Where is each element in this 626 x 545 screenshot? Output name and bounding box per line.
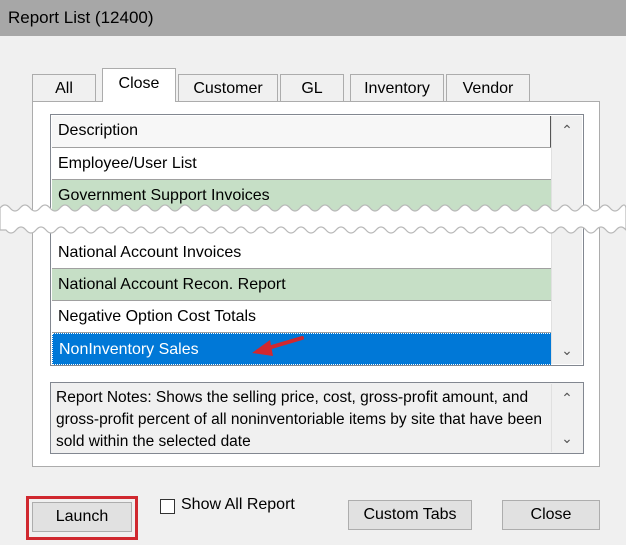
- title-bar: Report List (12400): [0, 0, 626, 36]
- close-button[interactable]: Close: [502, 500, 600, 530]
- tab-label: GL: [301, 80, 323, 97]
- tab-customer[interactable]: Customer: [178, 74, 278, 101]
- notes-scrollbar[interactable]: ⌃ ⌄: [551, 384, 582, 452]
- tab-close[interactable]: Close: [102, 68, 176, 102]
- report-grid[interactable]: Description Employee/User List Governmen…: [50, 114, 584, 366]
- chevron-up-icon[interactable]: ⌃: [552, 118, 582, 142]
- tab-label: All: [55, 80, 73, 97]
- tab-label: Customer: [193, 80, 263, 97]
- launch-button[interactable]: Launch: [32, 502, 132, 532]
- report-notes[interactable]: Report Notes: Shows the selling price, c…: [50, 382, 584, 454]
- window-title: Report List (12400): [8, 8, 154, 27]
- custom-tabs-button[interactable]: Custom Tabs: [348, 500, 472, 530]
- tab-vendor[interactable]: Vendor: [446, 74, 530, 101]
- tab-label: Inventory: [364, 80, 430, 97]
- column-header-description[interactable]: Description: [52, 116, 552, 148]
- torn-edge-divider: [0, 204, 626, 234]
- table-row[interactable]: National Account Invoices: [52, 237, 552, 269]
- chevron-down-icon[interactable]: ⌄: [552, 338, 582, 362]
- report-notes-text: Report Notes: Shows the selling price, c…: [56, 389, 542, 450]
- chevron-up-icon[interactable]: ⌃: [552, 386, 582, 410]
- tab-label: Vendor: [462, 80, 514, 97]
- table-row-selected[interactable]: NonInventory Sales: [52, 333, 552, 365]
- tab-inventory[interactable]: Inventory: [350, 74, 444, 101]
- show-all-report-label[interactable]: Show All Report: [181, 496, 295, 514]
- show-all-report-checkbox[interactable]: [160, 499, 175, 514]
- launch-label: Launch: [55, 508, 109, 525]
- chevron-down-icon[interactable]: ⌄: [552, 426, 582, 450]
- grid-scrollbar[interactable]: ⌃ ⌄: [551, 116, 582, 364]
- table-row[interactable]: Employee/User List: [52, 148, 552, 180]
- tab-strip: All Close Customer GL Inventory Vendor: [32, 68, 532, 102]
- table-row[interactable]: Negative Option Cost Totals: [52, 301, 552, 333]
- tab-gl[interactable]: GL: [280, 74, 344, 101]
- custom-tabs-label: Custom Tabs: [363, 506, 457, 523]
- tab-label: Close: [118, 75, 160, 92]
- close-label: Close: [530, 506, 572, 523]
- table-row[interactable]: National Account Recon. Report: [52, 269, 552, 301]
- tab-all[interactable]: All: [32, 74, 96, 101]
